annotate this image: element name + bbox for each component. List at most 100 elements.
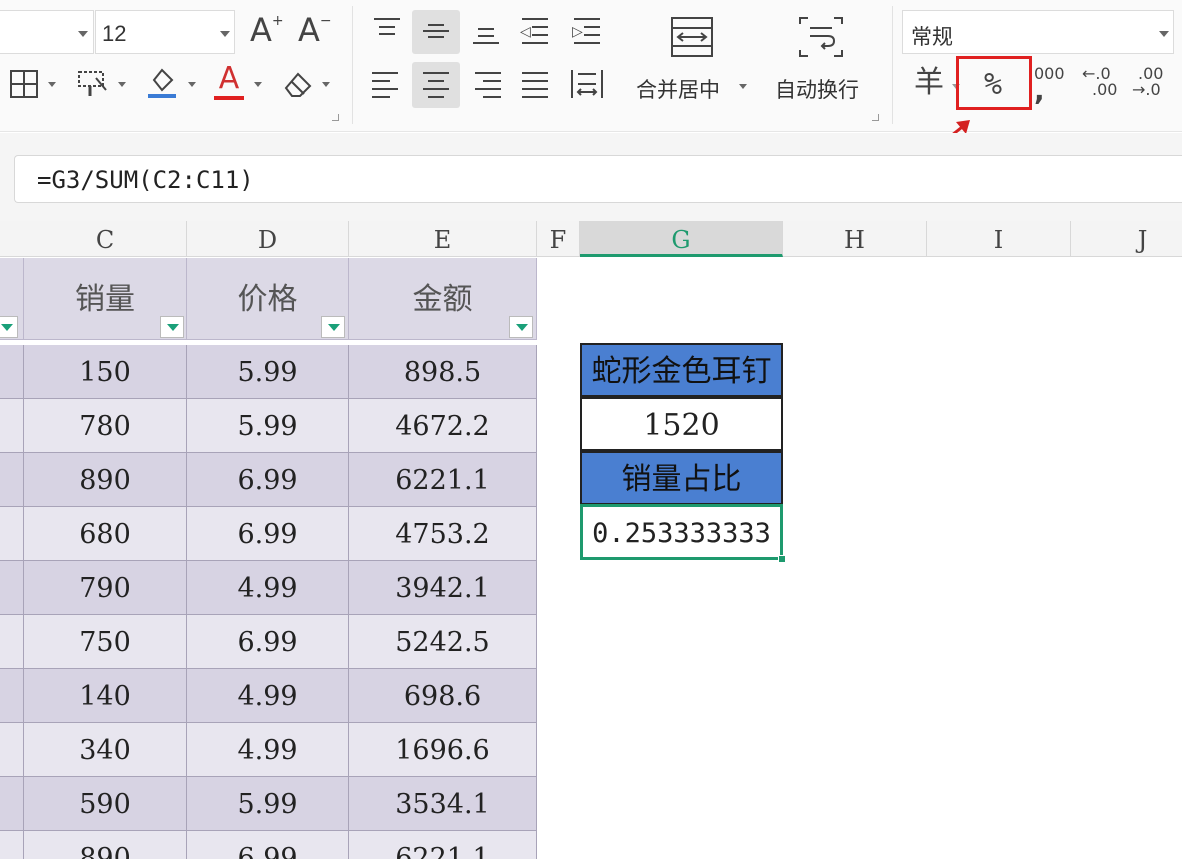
table-cell[interactable]: 698.6 <box>349 669 537 723</box>
justify-icon[interactable] <box>520 70 550 100</box>
font-shrink-icon[interactable]: A− <box>298 14 332 46</box>
column-header-j[interactable]: J <box>1071 221 1182 257</box>
table-cell[interactable]: 6.99 <box>187 507 349 561</box>
table-cell[interactable]: 750 <box>24 615 187 669</box>
table-cell[interactable]: 4.99 <box>187 561 349 615</box>
column-header-h[interactable]: H <box>783 221 927 257</box>
merge-center-icon[interactable] <box>670 16 714 61</box>
table-cell[interactable]: 890 <box>24 453 187 507</box>
table-cell[interactable]: 590 <box>24 777 187 831</box>
filter-dropdown-icon[interactable] <box>509 316 533 338</box>
table-cell[interactable]: 4672.2 <box>349 399 537 453</box>
table-cell[interactable] <box>0 615 24 669</box>
column-header-d[interactable]: D <box>187 221 349 257</box>
table-cell[interactable] <box>0 453 24 507</box>
table-cell[interactable]: 680 <box>24 507 187 561</box>
font-name-select[interactable] <box>0 10 94 54</box>
table-cell[interactable]: 790 <box>24 561 187 615</box>
fill-color-icon[interactable] <box>146 66 178 103</box>
filter-dropdown-icon[interactable] <box>0 316 18 338</box>
table-cell[interactable]: 5.99 <box>187 399 349 453</box>
format-painter-dropdown[interactable] <box>118 82 126 87</box>
increase-decimal-bottom: .00 <box>1092 80 1118 99</box>
table-cell[interactable]: 4.99 <box>187 669 349 723</box>
formula-input[interactable]: =G3/SUM(C2:C11) <box>14 155 1182 203</box>
table-cell[interactable]: 3942.1 <box>349 561 537 615</box>
table-header-amount-label: 金额 <box>412 282 473 317</box>
font-grow-icon[interactable]: A+ <box>250 14 284 46</box>
align-bottom-icon[interactable] <box>471 16 501 46</box>
table-cell[interactable]: 6221.1 <box>349 831 537 859</box>
chevron-down-icon[interactable] <box>78 31 88 37</box>
table-cell[interactable]: 5.99 <box>187 777 349 831</box>
number-format-select[interactable]: 常规 <box>902 10 1174 54</box>
table-cell[interactable] <box>0 669 24 723</box>
chevron-down-icon[interactable] <box>1159 31 1169 37</box>
column-header-i[interactable]: I <box>927 221 1071 257</box>
align-left-icon[interactable] <box>372 70 402 100</box>
decrease-decimal-icon[interactable]: .00 →.0 <box>1132 66 1163 98</box>
table-cell[interactable]: 780 <box>24 399 187 453</box>
column-header-f[interactable]: F <box>537 221 580 257</box>
table-cell[interactable]: 6.99 <box>187 615 349 669</box>
table-cell[interactable]: 890 <box>24 831 187 859</box>
fill-handle[interactable] <box>778 555 786 563</box>
alignment-dialog-launcher[interactable] <box>872 114 879 121</box>
percent-highlight-box <box>956 56 1032 110</box>
format-painter-icon[interactable] <box>76 68 110 103</box>
table-cell[interactable] <box>0 723 24 777</box>
merge-center-button[interactable]: 合并居中 <box>636 74 720 104</box>
table-cell[interactable]: 5.99 <box>187 345 349 399</box>
font-size-select[interactable]: 12 <box>95 10 235 54</box>
table-cell[interactable] <box>0 831 24 859</box>
table-cell[interactable] <box>0 561 24 615</box>
merge-center-dropdown[interactable] <box>739 84 747 89</box>
wrap-text-icon[interactable] <box>798 16 844 61</box>
font-dialog-launcher[interactable] <box>332 114 339 121</box>
filter-dropdown-icon[interactable] <box>160 316 184 338</box>
clear-dropdown[interactable] <box>322 82 330 87</box>
align-top-icon[interactable] <box>372 16 402 46</box>
table-cell[interactable]: 340 <box>24 723 187 777</box>
table-cell[interactable]: 5242.5 <box>349 615 537 669</box>
increase-indent-icon[interactable]: ▷ <box>572 16 602 46</box>
column-header-e[interactable]: E <box>349 221 537 257</box>
table-cell[interactable] <box>0 777 24 831</box>
table-cell[interactable]: 3534.1 <box>349 777 537 831</box>
table-cell[interactable] <box>0 399 24 453</box>
table-cell[interactable] <box>0 345 24 399</box>
distributed-icon[interactable] <box>570 68 604 103</box>
ratio-label-cell[interactable]: 销量占比 <box>580 451 783 505</box>
table-cell[interactable]: 140 <box>24 669 187 723</box>
ratio-value-cell[interactable]: 0.253333333 <box>580 504 783 560</box>
table-cell[interactable]: 150 <box>24 345 187 399</box>
table-cell[interactable]: 6221.1 <box>349 453 537 507</box>
align-right-icon[interactable] <box>471 70 501 100</box>
table-cell[interactable]: 6.99 <box>187 453 349 507</box>
product-sales-cell[interactable]: 1520 <box>580 397 783 451</box>
align-middle-icon[interactable] <box>421 16 451 46</box>
column-header-c[interactable]: C <box>24 221 187 257</box>
table-cell[interactable] <box>0 507 24 561</box>
wrap-text-button[interactable]: 自动换行 <box>775 74 859 104</box>
increase-decimal-icon[interactable]: ←.0 .00 <box>1082 66 1117 98</box>
table-cell[interactable]: 1696.6 <box>349 723 537 777</box>
font-color-icon[interactable]: A <box>214 64 244 100</box>
currency-icon[interactable]: 羊 <box>914 68 944 98</box>
borders-dropdown[interactable] <box>48 82 56 87</box>
column-header-g[interactable]: G <box>580 221 783 257</box>
filter-dropdown-icon[interactable] <box>321 316 345 338</box>
chevron-down-icon[interactable] <box>220 31 230 37</box>
clear-icon[interactable] <box>282 68 314 103</box>
font-color-dropdown[interactable] <box>254 82 262 87</box>
decrease-indent-icon[interactable]: ◁ <box>520 16 550 46</box>
table-cell[interactable]: 4753.2 <box>349 507 537 561</box>
thousands-icon[interactable]: 000 , <box>1034 66 1065 105</box>
table-cell[interactable]: 6.99 <box>187 831 349 859</box>
product-name-cell[interactable]: 蛇形金色耳钉 <box>580 343 783 397</box>
table-cell[interactable]: 898.5 <box>349 345 537 399</box>
align-center-icon[interactable] <box>421 70 451 100</box>
table-cell[interactable]: 4.99 <box>187 723 349 777</box>
fill-color-dropdown[interactable] <box>188 82 196 87</box>
borders-icon[interactable] <box>8 68 40 103</box>
